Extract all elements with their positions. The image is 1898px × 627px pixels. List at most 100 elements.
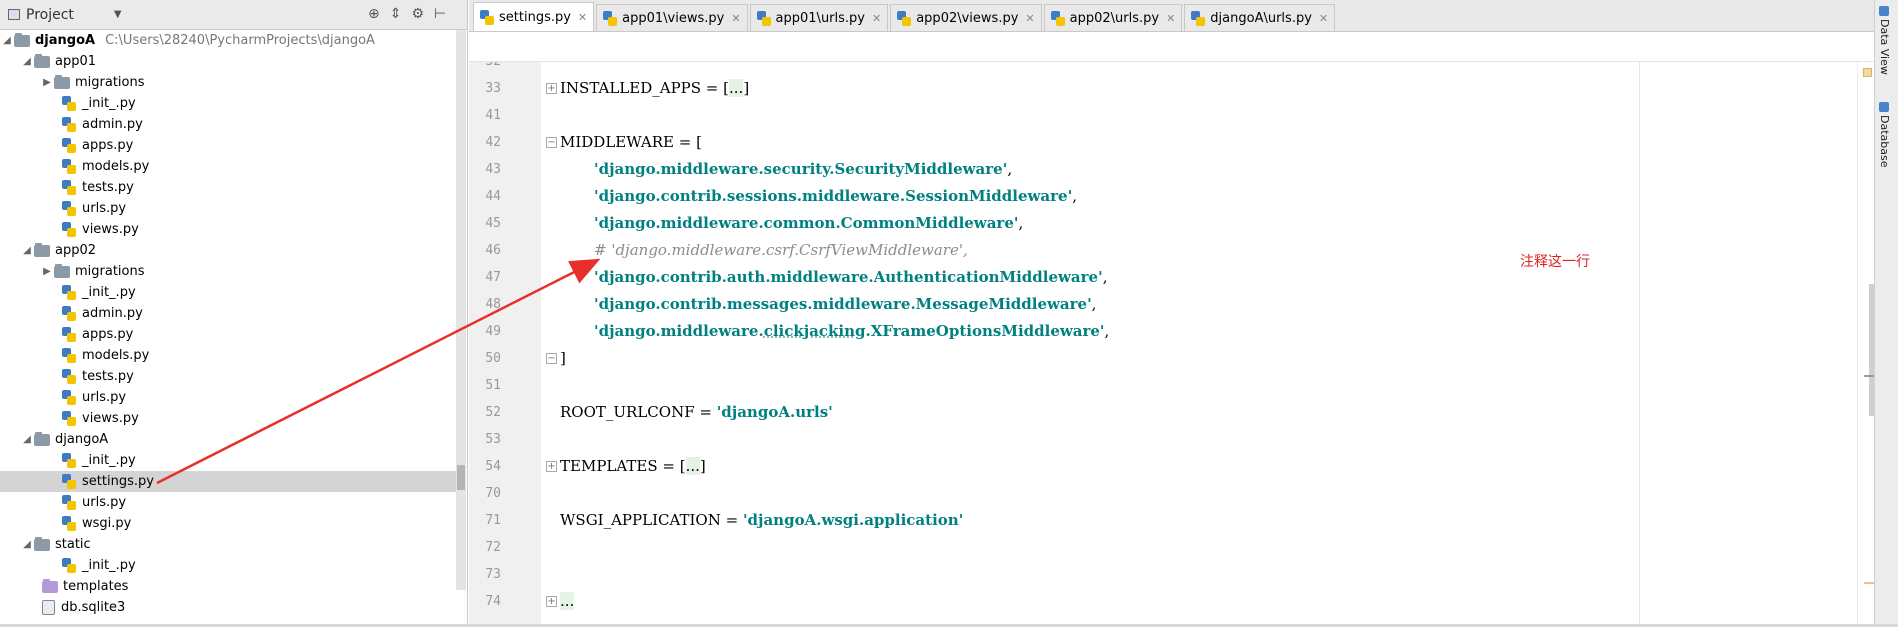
fold-end-icon[interactable]: − [546, 353, 557, 364]
chevron-down-icon[interactable]: ◢ [20, 434, 34, 445]
code-line[interactable]: 73 [469, 561, 1874, 588]
tree-file[interactable]: apps.py [0, 135, 458, 156]
python-file-icon [62, 117, 76, 132]
project-view-title[interactable]: Project [26, 7, 74, 23]
tree-file[interactable]: _init_.py [0, 555, 458, 576]
breadcrumb [469, 32, 1874, 62]
data-view-tool-button[interactable]: Data View [1878, 6, 1891, 75]
database-tool-button[interactable]: Database [1878, 102, 1891, 168]
tree-folder-label: static [55, 537, 91, 552]
target-icon[interactable]: ⊕ [368, 6, 380, 22]
tree-file[interactable]: urls.py [0, 387, 458, 408]
chevron-down-icon[interactable]: ◢ [20, 539, 34, 550]
collapse-icon[interactable]: ⇕ [390, 6, 402, 22]
editor-scrollbar[interactable] [1857, 62, 1875, 627]
close-icon[interactable]: ✕ [1166, 12, 1175, 25]
code-line[interactable]: 72 [469, 534, 1874, 561]
expand-fold-icon[interactable]: + [546, 83, 557, 94]
code-line[interactable]: 32 [469, 62, 1874, 75]
tree-folder-app01[interactable]: ◢ app01 [0, 51, 458, 72]
tree-file[interactable]: _init_.py [0, 282, 458, 303]
tree-file[interactable]: apps.py [0, 324, 458, 345]
tree-item-label: admin.py [82, 306, 143, 321]
code-line[interactable]: 47 'django.contrib.auth.middleware.Authe… [469, 264, 1874, 291]
chevron-right-icon[interactable]: ▶ [40, 77, 54, 88]
python-file-icon [62, 201, 76, 216]
tree-file-selected[interactable]: settings.py [0, 471, 458, 492]
code-line[interactable]: 50 − ] [469, 345, 1874, 372]
tree-file[interactable]: tests.py [0, 177, 458, 198]
code-line[interactable]: 71 WSGI_APPLICATION = 'djangoA.wsgi.appl… [469, 507, 1874, 534]
tree-file[interactable]: admin.py [0, 303, 458, 324]
gear-icon[interactable]: ⚙ [411, 6, 424, 22]
expand-fold-icon[interactable]: + [546, 461, 557, 472]
code-line[interactable]: 54 + TEMPLATES = [...] [469, 453, 1874, 480]
tree-file[interactable]: _init_.py [0, 93, 458, 114]
code-text: ] [699, 457, 706, 475]
chevron-down-icon[interactable]: ◢ [0, 35, 14, 46]
folder-icon [14, 32, 30, 47]
hide-panel-icon[interactable]: ⊢ [434, 6, 446, 22]
tree-file[interactable]: admin.py [0, 114, 458, 135]
code-line[interactable]: 44 'django.contrib.sessions.middleware.S… [469, 183, 1874, 210]
close-icon[interactable]: ✕ [872, 12, 881, 25]
tab-app01-views[interactable]: app01\views.py ✕ [596, 4, 748, 31]
chevron-down-icon[interactable]: ◢ [20, 245, 34, 256]
close-icon[interactable]: ✕ [1025, 12, 1034, 25]
code-line[interactable]: 43 'django.middleware.security.SecurityM… [469, 156, 1874, 183]
tab-app01-urls[interactable]: app01\urls.py ✕ [749, 4, 889, 31]
tree-file-db[interactable]: db.sqlite3 [0, 597, 458, 618]
tree-file[interactable]: views.py [0, 408, 458, 429]
close-icon[interactable]: ✕ [731, 12, 740, 25]
folder-icon [34, 536, 50, 551]
tree-file[interactable]: views.py [0, 219, 458, 240]
code-editor[interactable]: 32 33 + INSTALLED_APPS = [...] 41 42 − M… [469, 62, 1874, 627]
code-line[interactable]: 33 + INSTALLED_APPS = [...] [469, 75, 1874, 102]
code-line[interactable]: 51 [469, 372, 1874, 399]
folded-region[interactable]: ... [685, 457, 700, 475]
tree-file[interactable]: urls.py [0, 492, 458, 513]
close-icon[interactable]: ✕ [578, 11, 587, 24]
tree-file[interactable]: models.py [0, 156, 458, 177]
code-line[interactable]: 46 # 'django.middleware.csrf.CsrfViewMid… [469, 237, 1874, 264]
tree-folder-migrations[interactable]: ▶ migrations [0, 72, 458, 93]
code-line[interactable]: 74 + ... [469, 588, 1874, 615]
project-panel-scrollbar[interactable] [456, 30, 466, 590]
tree-folder-migrations[interactable]: ▶ migrations [0, 261, 458, 282]
analysis-status-marker[interactable] [1863, 68, 1872, 77]
code-line[interactable]: 52 ROOT_URLCONF = 'djangoA.urls' [469, 399, 1874, 426]
folded-region[interactable]: ... [560, 592, 575, 610]
tree-folder-app02[interactable]: ◢ app02 [0, 240, 458, 261]
tab-app02-urls[interactable]: app02\urls.py ✕ [1043, 4, 1183, 31]
tree-root[interactable]: ◢ djangoA C:\Users\28240\PycharmProjects… [0, 30, 458, 51]
tree-folder-templates[interactable]: templates [0, 576, 458, 597]
chevron-right-icon[interactable]: ▶ [40, 266, 54, 277]
close-icon[interactable]: ✕ [1319, 12, 1328, 25]
tree-file[interactable]: wsgi.py [0, 513, 458, 534]
tree-folder-static[interactable]: ◢ static [0, 534, 458, 555]
code-line[interactable]: 42 − MIDDLEWARE = [ [469, 129, 1874, 156]
tool-label: Database [1878, 115, 1891, 168]
folded-region[interactable]: ... [729, 79, 744, 97]
code-text: ] [743, 79, 750, 97]
code-line[interactable]: 41 [469, 102, 1874, 129]
tab-djangoA-urls[interactable]: djangoA\urls.py ✕ [1184, 4, 1336, 31]
code-line[interactable]: 49 'django.middleware.clickjacking.XFram… [469, 318, 1874, 345]
expand-fold-icon[interactable]: + [546, 596, 557, 607]
tree-file[interactable]: urls.py [0, 198, 458, 219]
tree-file[interactable]: models.py [0, 345, 458, 366]
code-line[interactable]: 45 'django.middleware.common.CommonMiddl… [469, 210, 1874, 237]
tab-settings-py[interactable]: settings.py ✕ [473, 2, 595, 31]
scrollbar-thumb[interactable] [457, 465, 465, 490]
collapse-fold-icon[interactable]: − [546, 137, 557, 148]
code-line[interactable]: 48 'django.contrib.messages.middleware.M… [469, 291, 1874, 318]
tree-folder-djangoA[interactable]: ◢ djangoA [0, 429, 458, 450]
chevron-down-icon[interactable]: ◢ [20, 56, 34, 67]
code-line[interactable]: 70 [469, 480, 1874, 507]
line-number: 32 [469, 62, 501, 75]
code-line[interactable]: 53 [469, 426, 1874, 453]
tab-app02-views[interactable]: app02\views.py ✕ [890, 4, 1042, 31]
tree-file[interactable]: _init_.py [0, 450, 458, 471]
tree-file[interactable]: tests.py [0, 366, 458, 387]
chevron-down-icon[interactable]: ▼ [114, 9, 122, 20]
